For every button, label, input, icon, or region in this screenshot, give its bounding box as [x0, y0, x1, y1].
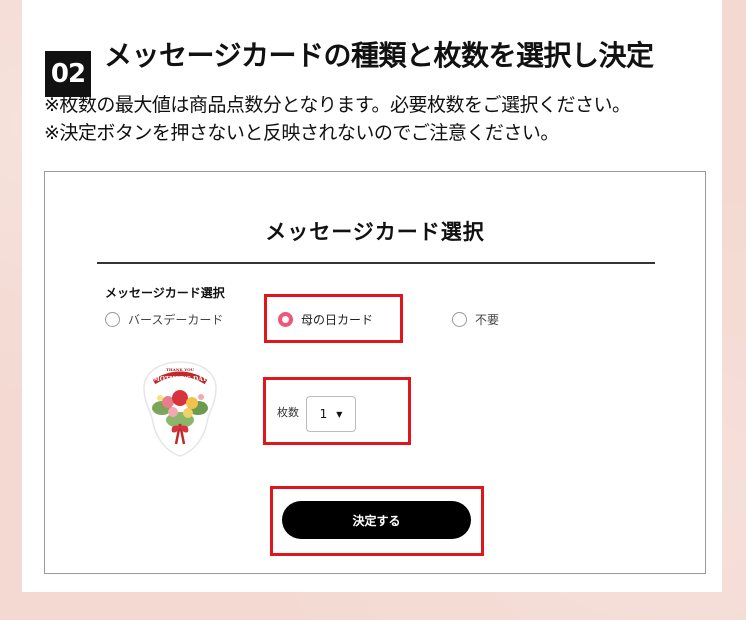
- title-divider: [97, 262, 655, 264]
- note-max-quantity: ※枚数の最大値は商品点数分となります。必要枚数をご選択ください。: [44, 94, 631, 116]
- step-title: メッセージカードの種類と枚数を選択し決定: [104, 39, 654, 72]
- note-confirm-required: ※決定ボタンを押さないと反映されないのでご注意ください。: [44, 122, 559, 144]
- card-image-line1: THANK YOU: [166, 367, 195, 372]
- modal-title: メッセージカード選択: [265, 220, 485, 244]
- highlight-box-submit: [270, 486, 484, 556]
- mothers-day-card-image: THANK YOU MOTHER'S DAY: [143, 361, 217, 457]
- radio-option-birthday-card[interactable]: バースデーカード: [105, 311, 223, 328]
- radio-button[interactable]: [105, 312, 120, 327]
- radio-label: バースデーカード: [128, 313, 224, 327]
- radio-option-none[interactable]: 不要: [452, 311, 499, 328]
- radio-label: 不要: [475, 313, 500, 327]
- radio-button[interactable]: [452, 312, 467, 327]
- message-card-modal: メッセージカード選択 メッセージカード選択 バースデーカード 母の日カード 不要…: [44, 171, 706, 574]
- highlight-box-quantity: [263, 377, 411, 445]
- card-image-line2: MOTHER'S DAY: [153, 376, 207, 383]
- section-label: メッセージカード選択: [105, 286, 225, 300]
- highlight-box-card-type: [264, 294, 403, 343]
